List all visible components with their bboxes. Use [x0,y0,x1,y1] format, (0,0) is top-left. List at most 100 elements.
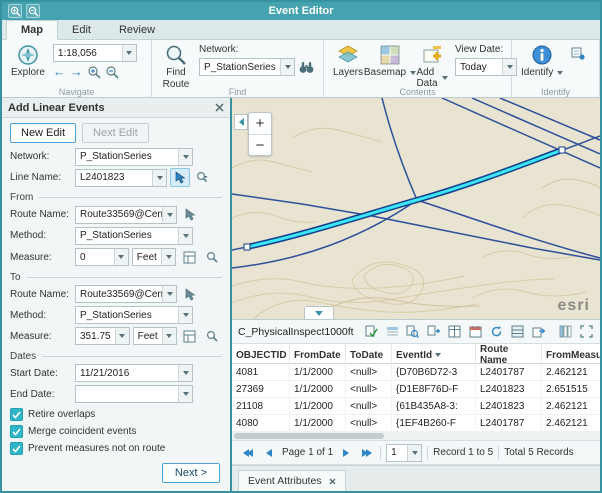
identify-results-icon[interactable] [571,46,585,60]
find-route-button[interactable]: Find Route [157,42,195,92]
previous-extent-icon[interactable]: ← [53,66,66,78]
zoom-in-icon[interactable] [8,4,22,18]
column-header-todate[interactable]: ToDate [346,344,392,366]
layers-button[interactable]: Layers [329,42,367,80]
first-page-icon[interactable] [240,445,256,461]
last-page-icon[interactable] [359,445,375,461]
next-button[interactable]: Next > [162,463,220,483]
fixed-zoom-in-icon[interactable] [87,65,101,79]
tab-map[interactable]: Map [6,20,58,40]
zoom-to-selection-icon[interactable] [405,323,420,340]
column-header-routename[interactable]: Route Name [476,344,542,366]
pan-to-selection-icon[interactable] [426,323,441,340]
next-page-icon[interactable] [338,445,354,461]
pick-to-measure-button[interactable] [180,327,200,346]
show-selected-icon[interactable] [385,323,400,340]
from-unit-combobox[interactable]: Feet [132,248,176,266]
ribbon-network-caret[interactable] [280,59,294,75]
tab-event-attributes[interactable]: Event Attributes [238,470,346,491]
map-canvas[interactable]: + − esri [232,98,600,320]
table-row[interactable]: 21108 1/1/2000 <null> {61B435A8-3: L2401… [232,398,600,415]
cell-objectid: 4080 [232,415,290,431]
column-header-frommeasure[interactable]: FromMeasure [542,344,602,366]
start-date-combobox[interactable]: 11/21/2016 [75,364,193,382]
start-date-caret[interactable] [178,365,192,381]
table-row[interactable]: 4080 1/1/2000 <null> {1EF4B260-F L240178… [232,415,600,432]
scale-combobox[interactable]: 1:18,056 [53,44,137,62]
zoom-out-icon[interactable] [26,4,40,18]
to-measure-combobox[interactable]: 351.75 [75,327,130,345]
collapse-table-button[interactable] [304,306,334,319]
page-number-caret[interactable] [407,445,421,461]
open-table-icon[interactable] [447,323,462,340]
cell-fromdate: 1/1/2000 [290,415,346,431]
map-zoom-out-button[interactable]: − [249,134,271,155]
to-route-caret[interactable] [162,286,176,302]
column-header-fromdate[interactable]: FromDate [290,344,346,366]
export-icon[interactable] [531,323,546,340]
retire-overlaps-checkbox[interactable] [10,408,23,421]
column-chooser-icon[interactable] [558,323,573,340]
select-records-icon[interactable] [364,323,379,340]
zoom-to-from-measure-button[interactable] [202,248,222,267]
map-zoom-in-button[interactable]: + [249,113,271,134]
identify-button[interactable]: Identify [517,42,567,80]
select-from-route-button[interactable] [180,205,200,224]
add-data-button[interactable]: Add Data [413,42,451,91]
scrollbar-thumb[interactable] [234,433,384,439]
next-extent-icon[interactable]: → [70,66,83,78]
tab-edit[interactable]: Edit [58,21,105,39]
table-row[interactable]: 4081 1/1/2000 <null> {D70B6D72-3 L240178… [232,364,600,381]
line-name-caret[interactable] [152,170,166,186]
to-unit-caret[interactable] [162,328,176,344]
cell-todate: <null> [346,398,392,414]
end-date-combobox[interactable] [75,385,193,403]
page-number-combobox[interactable]: 1 [386,444,422,462]
pick-from-measure-button[interactable] [179,248,199,267]
basemap-button[interactable]: Basemap [371,42,409,80]
from-route-combobox[interactable]: Route33569@Centb [75,206,177,224]
grid-layout-icon[interactable] [510,323,525,340]
end-date-caret[interactable] [178,386,192,402]
select-to-route-button[interactable] [180,285,200,304]
panel-close-icon[interactable] [215,103,224,112]
table-horizontal-scrollbar[interactable] [232,432,600,441]
from-method-combobox[interactable]: P_StationSeries [75,227,193,245]
from-route-caret[interactable] [162,207,176,223]
zoom-to-to-measure-button[interactable] [203,327,223,346]
column-header-eventid[interactable]: EventId [392,344,476,366]
prevent-measures-checkbox[interactable] [10,442,23,455]
merge-coincident-checkbox[interactable] [10,425,23,438]
table-row[interactable]: 27369 1/1/2000 <null> {D1E8F76D-F L24018… [232,381,600,398]
line-name-combobox[interactable]: L2401823 [75,169,167,187]
to-method-combobox[interactable]: P_StationSeries [75,306,193,324]
calendar-icon[interactable] [468,323,483,340]
to-unit-combobox[interactable]: Feet [133,327,177,345]
tab-review[interactable]: Review [105,21,169,39]
ribbon-network-combobox[interactable]: P_StationSeries [199,58,295,76]
binoculars-icon[interactable] [299,61,314,74]
refresh-icon[interactable] [489,323,504,340]
fixed-zoom-out-icon[interactable] [105,65,119,79]
scale-caret[interactable] [122,45,136,61]
collapse-panel-button[interactable] [234,114,248,130]
network-caret[interactable] [178,149,192,165]
from-method-caret[interactable] [178,228,192,244]
to-route-combobox[interactable]: Route33569@Centb [75,285,177,303]
column-header-objectid[interactable]: OBJECTID [232,344,290,366]
previous-page-icon[interactable] [261,445,277,461]
select-line-on-map-button[interactable] [170,168,190,187]
new-edit-button[interactable]: New Edit [10,123,76,143]
from-unit-caret[interactable] [161,249,175,265]
network-combobox[interactable]: P_StationSeries [75,148,193,166]
from-measure-combobox[interactable]: 0 [75,248,129,266]
page-number-value: 1 [387,447,407,458]
from-measure-caret[interactable] [114,249,128,265]
tab-close-icon[interactable] [329,478,336,485]
zoom-to-line-button[interactable] [193,168,213,187]
to-measure-caret[interactable] [115,328,129,344]
explore-button[interactable]: Explore [7,42,49,80]
view-date-combobox[interactable]: Today [455,58,517,76]
maximize-table-icon[interactable] [579,323,594,340]
to-method-caret[interactable] [178,307,192,323]
